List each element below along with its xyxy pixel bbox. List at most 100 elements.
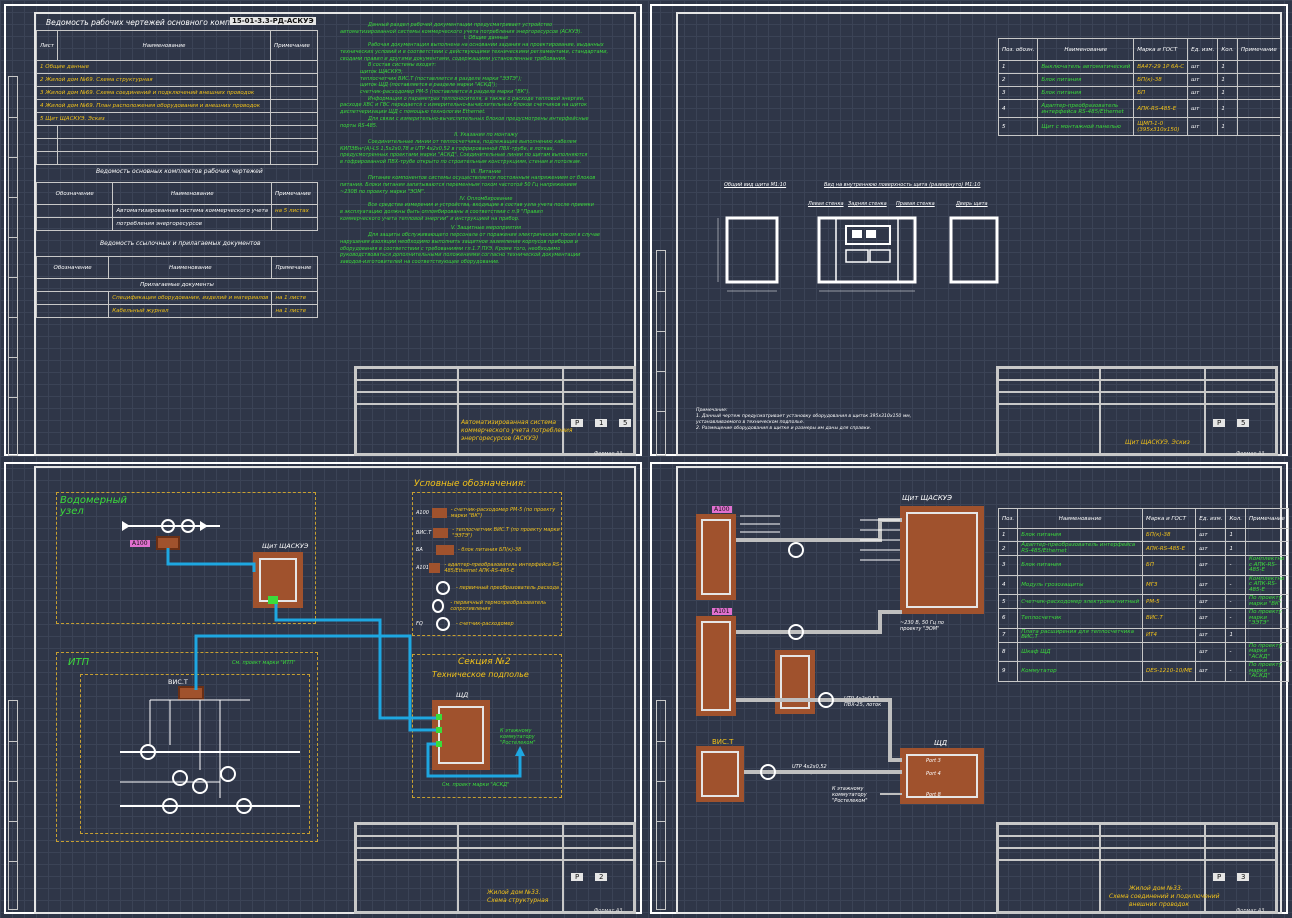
section-2-subtitle: Техническое подполье	[432, 670, 529, 679]
psu-device	[775, 650, 815, 714]
col-note-3: Примечание	[271, 256, 318, 279]
sheet-3-title-block: Жилой дом №33. Схема структурная Р 2	[354, 822, 636, 914]
port-3: Port 3	[926, 758, 941, 764]
table-row: 3 Блок питания БП шт 1	[997, 86, 1281, 100]
port-8: Port 8	[926, 792, 941, 798]
table-row: 4 Адаптер-преобразователь интерфейса RS-4…	[997, 99, 1281, 118]
shield-askue-cabinet	[900, 506, 984, 614]
table-row: 7 Плата расширения для теплосчетчика ВИС.…	[997, 627, 1289, 643]
shd-label: ЩД	[934, 739, 948, 747]
sheet-3-sidebar	[8, 700, 18, 910]
notes-line: 2. Размещение оборудования в щитке и раз…	[696, 426, 872, 431]
a100-label: А100	[712, 506, 732, 513]
stamp-title-1: Жилой дом №33.	[487, 889, 541, 896]
col-note-2: Примечание	[271, 182, 318, 205]
stamp-title-2: Схема соединений и подключений	[1109, 893, 1220, 900]
row-attached: Прилагаемые документы	[36, 278, 318, 292]
sheet-4-title-block: Жилой дом №33. Схема соединений и подклю…	[996, 822, 1278, 914]
stamp-stage: Р	[571, 419, 584, 427]
notes-line: диспетчеризации ЩД с помощью технологии …	[340, 109, 486, 116]
notes-line: нарушения изоляции необходимо выполнить …	[340, 238, 578, 245]
col-pos: Поз. обозн.	[997, 38, 1039, 61]
table-row: 3 Жилой дом №69. Схема соединений и подк…	[36, 86, 271, 100]
wall-label-right: Правая стенка	[896, 201, 935, 207]
row-spec-note: на 1 листе	[271, 291, 318, 305]
shd-note: См. проект марки "АСКД"	[442, 782, 510, 788]
sheet-2-title-block: Щит ЩАСКУЭ. Эскиз Р 5	[996, 366, 1278, 456]
notes-line: ~230В по проекту марки "ЭОМ".	[340, 188, 426, 195]
notes-line: питания. Блоки питания запитываются пере…	[340, 182, 577, 189]
col-name-2: Наименование	[112, 182, 273, 205]
row-askue-2: потребления энергоресурсов	[112, 217, 273, 231]
shield-label: Щит ЩАСКУЭ	[902, 494, 952, 502]
notes-line: счетчик-расходомер РМ-5 (поставляется в …	[360, 89, 531, 96]
col-unit: Ед. изм.	[1187, 38, 1219, 61]
table-row: 9 Коммутатор DES-1210-10/ME шт - По проекту м…	[997, 661, 1289, 682]
to-switch-label: К этажному коммутатору "Ростелеком"	[832, 786, 868, 804]
col-note: Примечание	[1236, 38, 1281, 61]
notes-line: оборудования в соответствии с требования…	[340, 245, 561, 252]
row-sheets-count: на 5 листах	[271, 204, 318, 218]
table-row: 6 Теплосчетчик ВИС.Т шт - По проекту марки "Э…	[997, 608, 1289, 629]
row-cable-note: на 1 листе	[271, 304, 318, 318]
format-label: Формат А3	[594, 908, 623, 914]
wall-label-back: Задняя стенка	[848, 201, 887, 207]
stamp-title-2: коммерческого учета потребления	[461, 427, 573, 434]
wall-label-left: Левая стенка	[808, 201, 844, 207]
notes-line: руководствоваться дополнительными положе…	[340, 252, 581, 259]
col-name: Наименование	[1037, 38, 1135, 61]
notes-line: Питание компонентов системы осуществляет…	[368, 175, 596, 182]
notes-line: В состав системы входят:	[368, 62, 437, 69]
notes-line: КИПЭВнг(А)-LS 1,5x2x0,78 и UTP 4x2x0,52 …	[340, 145, 555, 152]
table-row: 1 Блок питания БП(к)-38 шт 1	[997, 528, 1289, 542]
vis-label: ВИС.Т	[712, 738, 734, 746]
notes-line: сводами правил и другими документами, со…	[340, 55, 567, 62]
sheet-2-sidebar	[656, 250, 666, 456]
cable-label-1: UTP 4x2x0,52 ПВХ-25, лоток	[844, 696, 882, 708]
stamp-title-3: внешних проводок	[1129, 901, 1189, 908]
vis-device	[696, 746, 744, 802]
table-row: 5 Щит с монтажной панелью ЩМП-1-0 (395x310…	[997, 117, 1281, 136]
legend-title: Условные обозначения:	[414, 479, 527, 489]
stamp-sheet-no: 2	[595, 873, 608, 881]
notes-line: Для связи с измерительно-вычислительных …	[368, 115, 589, 122]
table-row: 1 Выключатель автоматический ВА47-29 1P 6A…	[997, 60, 1281, 74]
stamp-title-2: Схема структурная	[487, 897, 549, 904]
row-askue-1: Автоматизированная система коммерческого…	[112, 204, 273, 218]
shield-label: Щит ЩАСКУЭ	[262, 542, 309, 550]
table-row: 2 Жилой дом №69. Схема структурная	[36, 73, 271, 87]
a101-device	[696, 616, 736, 716]
format-label: Формат А3	[1236, 451, 1265, 457]
stamp-sheets: 5	[619, 419, 632, 427]
table-row: 5 Щит ЩАСКУЭ. Эскиз	[36, 112, 271, 126]
stamp-title-1: Автоматизированная система	[461, 419, 557, 426]
notes-line: автоматизированной системы коммерческого…	[340, 28, 583, 35]
notes-line: теплосчетчик ВИС.Т (поставляется в разде…	[360, 75, 522, 82]
col-qty: Кол.	[1217, 38, 1238, 61]
col-code-3: Обозначение	[35, 256, 110, 279]
notes-line: порты RS-485.	[340, 122, 378, 129]
notes-line: Данный раздел рабочей документации преду…	[368, 22, 553, 28]
notes-line: Информация о параметрах теплоносителя, а…	[368, 95, 585, 102]
row-cable-log: Кабельный журнал	[108, 304, 273, 318]
wall-label-door: Дверь щита	[956, 201, 988, 207]
table-row: 3 Блок питания БП шт - Комплектно с АПК-RS-48…	[997, 555, 1289, 576]
notes-line: Для защиты обслуживающего персонала от п…	[368, 232, 600, 239]
view-front-label: Общий вид щита М1:10	[724, 182, 787, 188]
col-name: Наименование	[57, 30, 271, 61]
drawing-list-table: Лист Наименование Примечание 1 Общие дан…	[36, 30, 318, 165]
sheet-4-sidebar	[656, 700, 666, 910]
section-ref-docs: Ведомость ссылочных и прилагаемых докуме…	[100, 240, 261, 247]
vis-note: См. проект марки "ИТП"	[232, 660, 296, 666]
view-inner-label: Вид на внутреннюю поверхность щита (разв…	[824, 182, 981, 188]
section-2-title: Секция №2	[458, 657, 511, 667]
table-row: 4 Жилой дом №69. План расположения обору…	[36, 99, 271, 113]
port-4: Port 4	[926, 771, 941, 777]
col-sheet: Лист	[36, 30, 58, 61]
notes-line: Соединительные линии от теплосчетчика, п…	[368, 138, 577, 145]
table-row: 4 Модуль грозозащиты МГЗ шт - Комплектно с АП…	[997, 574, 1289, 595]
ref-docs-table: Обозначение Наименование Примечание Прил…	[35, 256, 318, 318]
main-sets-table: Обозначение Наименование Примечание Авто…	[35, 182, 318, 231]
col-note: Примечание	[1245, 508, 1289, 529]
notes-heading: IV. Опломбирование	[459, 195, 513, 202]
